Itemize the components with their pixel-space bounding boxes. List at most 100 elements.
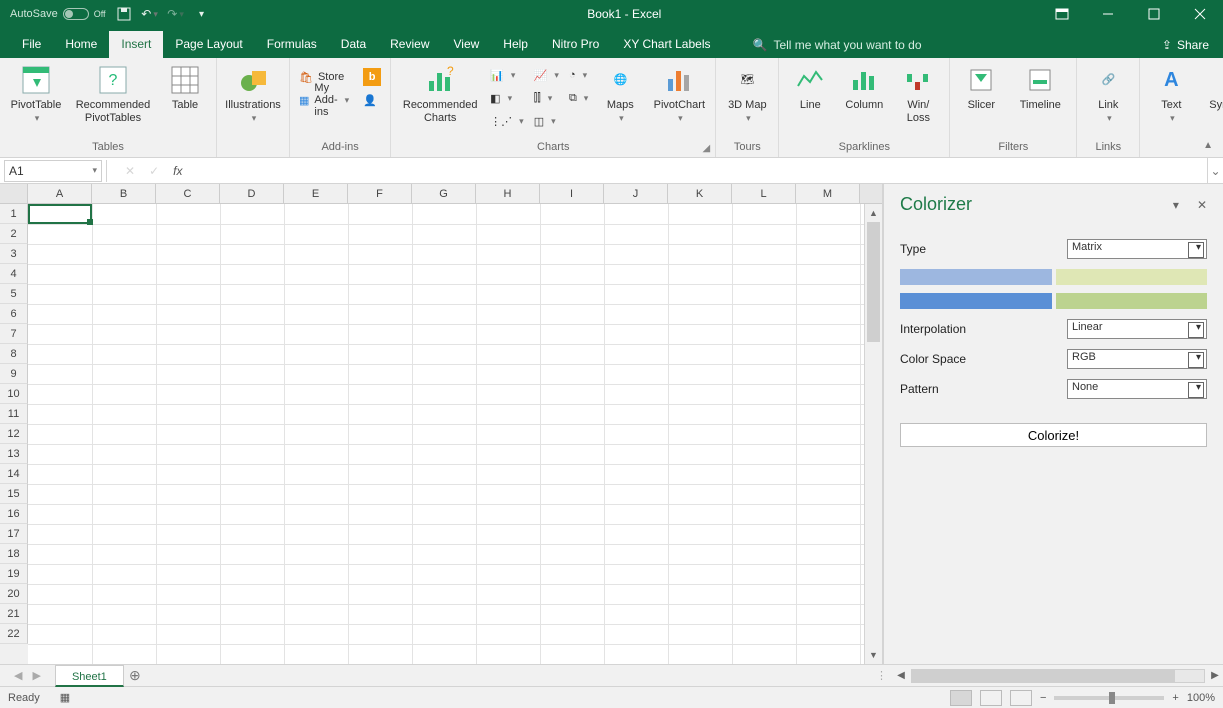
statistic-chart-button[interactable]: ⫿⫿▾ xyxy=(531,87,562,109)
collapse-ribbon-icon[interactable]: ▲ xyxy=(1203,140,1213,151)
pattern-select[interactable]: None xyxy=(1067,379,1207,399)
column-header-E[interactable]: E xyxy=(284,184,348,203)
swatch-green[interactable] xyxy=(1056,293,1208,309)
tab-formulas[interactable]: Formulas xyxy=(255,31,329,58)
column-header-B[interactable]: B xyxy=(92,184,156,203)
panel-close-icon[interactable]: ✕ xyxy=(1197,198,1207,212)
link-button[interactable]: 🔗Link▾ xyxy=(1083,62,1133,125)
tab-page-layout[interactable]: Page Layout xyxy=(163,31,254,58)
colorspace-select[interactable]: RGB xyxy=(1067,349,1207,369)
row-header-18[interactable]: 18 xyxy=(0,544,28,564)
row-header-3[interactable]: 3 xyxy=(0,244,28,264)
worksheet-grid[interactable]: ABCDEFGHIJKLM 12345678910111213141516171… xyxy=(0,184,883,664)
page-layout-view-button[interactable] xyxy=(980,690,1002,706)
name-box[interactable]: A1▾ xyxy=(4,160,102,182)
row-header-4[interactable]: 4 xyxy=(0,264,28,284)
sparkline-winloss-button[interactable]: Win/ Loss xyxy=(893,62,943,125)
cancel-icon[interactable]: ✕ xyxy=(125,164,135,178)
row-header-1[interactable]: 1 xyxy=(0,204,28,224)
color-swatches-row-1[interactable] xyxy=(900,269,1207,285)
row-header-17[interactable]: 17 xyxy=(0,524,28,544)
close-button[interactable] xyxy=(1177,0,1223,28)
3d-map-button[interactable]: 🗺3D Map▾ xyxy=(722,62,772,125)
swatch-blue-light[interactable] xyxy=(900,269,1052,285)
horizontal-scrollbar[interactable]: ◀ ▶ xyxy=(893,669,1223,683)
panel-options-icon[interactable]: ▾ xyxy=(1173,198,1179,212)
color-swatches-row-2[interactable] xyxy=(900,293,1207,309)
tab-help[interactable]: Help xyxy=(491,31,540,58)
pie-chart-button[interactable]: ◔▾ xyxy=(566,64,591,86)
sparkline-column-button[interactable]: Column xyxy=(839,62,889,112)
page-break-view-button[interactable] xyxy=(1010,690,1032,706)
undo-icon[interactable]: ↶▾ xyxy=(142,6,158,22)
scroll-left-icon[interactable]: ◀ xyxy=(893,670,909,681)
row-header-9[interactable]: 9 xyxy=(0,364,28,384)
tab-split-handle[interactable]: ⋮ xyxy=(870,669,893,682)
swatch-green-light[interactable] xyxy=(1056,269,1208,285)
column-header-L[interactable]: L xyxy=(732,184,796,203)
people-addin-button[interactable]: 👤 xyxy=(360,89,384,111)
column-header-K[interactable]: K xyxy=(668,184,732,203)
sheet-prev-icon[interactable]: ◀ xyxy=(14,669,22,682)
slicer-button[interactable]: Slicer xyxy=(956,62,1006,112)
enter-icon[interactable]: ✓ xyxy=(149,164,159,178)
row-header-13[interactable]: 13 xyxy=(0,444,28,464)
symbols-button[interactable]: ΩSymbols▾ xyxy=(1200,62,1223,125)
sheet-next-icon[interactable]: ▶ xyxy=(32,669,40,682)
qat-customize-icon[interactable]: ▾ xyxy=(194,6,210,22)
column-header-I[interactable]: I xyxy=(540,184,604,203)
row-header-14[interactable]: 14 xyxy=(0,464,28,484)
hscroll-thumb[interactable] xyxy=(912,670,1175,682)
column-header-A[interactable]: A xyxy=(28,184,92,203)
scroll-right-icon[interactable]: ▶ xyxy=(1207,670,1223,681)
recommended-pivottables-button[interactable]: ?Recommended PivotTables xyxy=(70,62,156,125)
my-addins-button[interactable]: ▦My Add-ins▾ xyxy=(296,89,352,111)
maximize-button[interactable] xyxy=(1131,0,1177,28)
tell-me-search[interactable]: 🔍 Tell me what you want to do xyxy=(743,38,932,58)
pivottable-button[interactable]: PivotTable▾ xyxy=(6,62,66,125)
row-header-21[interactable]: 21 xyxy=(0,604,28,624)
row-header-10[interactable]: 10 xyxy=(0,384,28,404)
minimize-button[interactable] xyxy=(1085,0,1131,28)
illustrations-button[interactable]: Illustrations▾ xyxy=(223,62,283,125)
pivotchart-button[interactable]: PivotChart▾ xyxy=(649,62,709,125)
swatch-blue[interactable] xyxy=(900,293,1052,309)
row-header-11[interactable]: 11 xyxy=(0,404,28,424)
normal-view-button[interactable] xyxy=(950,690,972,706)
select-all-corner[interactable] xyxy=(0,184,28,203)
tab-file[interactable]: File xyxy=(10,31,53,58)
sheet-tab-sheet1[interactable]: Sheet1 xyxy=(55,665,124,687)
line-chart-button[interactable]: 📈▾ xyxy=(531,64,562,86)
row-header-22[interactable]: 22 xyxy=(0,624,28,644)
zoom-slider[interactable] xyxy=(1054,696,1164,700)
colorize-button[interactable]: Colorize! xyxy=(900,423,1207,447)
fx-icon[interactable]: fx xyxy=(173,164,182,178)
zoom-in-button[interactable]: + xyxy=(1172,692,1178,704)
new-sheet-button[interactable]: ⊕ xyxy=(124,667,146,684)
scroll-thumb[interactable] xyxy=(867,222,880,342)
row-header-15[interactable]: 15 xyxy=(0,484,28,504)
table-button[interactable]: Table xyxy=(160,62,210,112)
formula-input[interactable] xyxy=(196,160,1207,182)
column-header-D[interactable]: D xyxy=(220,184,284,203)
row-header-12[interactable]: 12 xyxy=(0,424,28,444)
column-header-G[interactable]: G xyxy=(412,184,476,203)
row-header-7[interactable]: 7 xyxy=(0,324,28,344)
recommended-charts-button[interactable]: ?Recommended Charts xyxy=(397,62,483,125)
scroll-up-icon[interactable]: ▲ xyxy=(865,204,882,222)
row-header-8[interactable]: 8 xyxy=(0,344,28,364)
share-button[interactable]: ⇪ Share xyxy=(1148,38,1223,58)
row-header-20[interactable]: 20 xyxy=(0,584,28,604)
maps-button[interactable]: 🌐Maps▾ xyxy=(595,62,645,125)
scroll-down-icon[interactable]: ▼ xyxy=(865,646,882,664)
tab-data[interactable]: Data xyxy=(329,31,378,58)
text-button[interactable]: AText▾ xyxy=(1146,62,1196,125)
row-header-19[interactable]: 19 xyxy=(0,564,28,584)
row-header-2[interactable]: 2 xyxy=(0,224,28,244)
zoom-out-button[interactable]: − xyxy=(1040,692,1046,704)
autosave-toggle[interactable]: AutoSave Off xyxy=(10,8,106,20)
charts-dialog-launcher[interactable]: ◢ xyxy=(699,141,713,155)
hierarchy-chart-button[interactable]: ◧▾ xyxy=(487,87,527,109)
combo-chart-button[interactable]: ⧉▾ xyxy=(566,87,591,109)
sparkline-line-button[interactable]: Line xyxy=(785,62,835,112)
